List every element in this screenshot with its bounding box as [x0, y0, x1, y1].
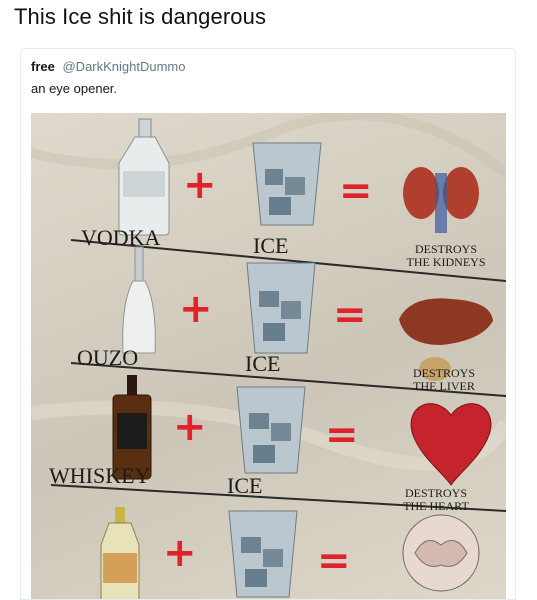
heart-icon — [410, 403, 492, 486]
equals-sign: = — [333, 292, 367, 338]
drink-label: VODKA — [81, 225, 161, 250]
drink-label: OUZO — [77, 345, 139, 370]
drink-label: WHISKEY — [49, 463, 151, 488]
ice-label: ICE — [227, 473, 263, 498]
result-line-2: THE LIVER — [413, 379, 475, 393]
brain-icon — [402, 514, 480, 592]
result-label: DESTROYS THE LIVER — [389, 367, 499, 393]
meme-title: This Ice shit is dangerous — [14, 4, 267, 29]
tweet-photo: + = + = + = + = VODKA ICE DESTROYS THE K… — [31, 113, 506, 599]
tweet-handle[interactable]: @DarkKnightDummo — [62, 59, 185, 74]
equals-sign: = — [325, 412, 359, 458]
equals-sign: = — [339, 168, 373, 214]
equals-sign: = — [317, 538, 351, 584]
tweet-username[interactable]: free — [31, 59, 55, 74]
vodka-bottle-icon — [118, 118, 170, 236]
ouzo-bottle-icon — [122, 246, 156, 354]
gin-bottle-icon — [100, 507, 140, 599]
result-label: DESTROYS THE KIDNEYS — [391, 243, 501, 269]
ice-glass-icon — [228, 510, 298, 598]
result-line-2: THE KIDNEYS — [406, 255, 486, 269]
result-line-2: THE HEART — [403, 499, 469, 513]
tweet-text: an eye opener. — [31, 81, 118, 96]
ice-label: ICE — [245, 351, 281, 376]
kidneys-icon — [403, 167, 479, 233]
tweet-header: free @DarkKnightDummo — [31, 59, 186, 74]
ice-label: ICE — [253, 233, 289, 258]
ice-glass-icon — [252, 142, 322, 226]
plus-sign: + — [179, 286, 213, 332]
plus-sign: + — [173, 404, 207, 450]
plus-sign: + — [183, 162, 217, 208]
tweet-card: free @DarkKnightDummo an eye opener. + =… — [20, 48, 516, 600]
plus-sign: + — [163, 530, 197, 576]
ice-glass-icon — [236, 386, 306, 474]
result-label: DESTROYS THE HEART — [381, 487, 491, 513]
ice-glass-icon — [246, 262, 316, 354]
